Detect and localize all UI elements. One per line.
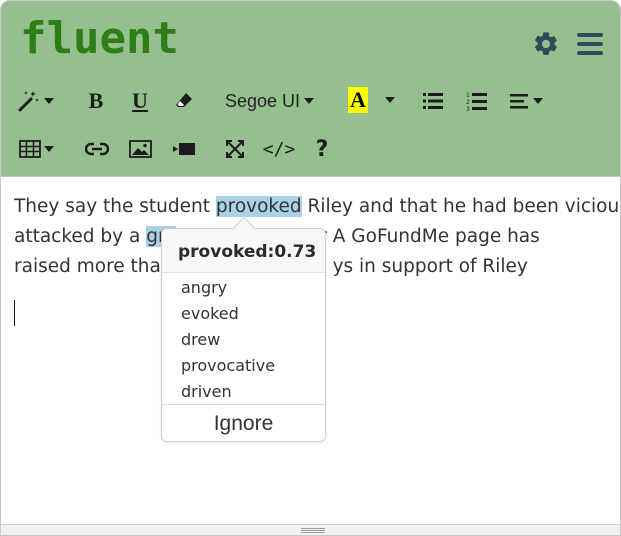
text-span: ys in support of Riley [332, 256, 528, 277]
align-left-icon [510, 94, 528, 109]
video-button[interactable] [173, 143, 195, 155]
text-span: Riley and that he had been viciously [301, 196, 621, 217]
text-span: attacked by a [14, 226, 147, 247]
underline-button[interactable]: U [130, 88, 150, 114]
resize-grip-icon[interactable] [301, 528, 325, 533]
header: fluent B U Segoe UI A 1 2 3 </> ? [1, 1, 620, 177]
fullscreen-button[interactable] [226, 140, 244, 158]
chevron-down-icon [533, 98, 543, 104]
chevron-down-icon [304, 98, 315, 104]
link-button[interactable] [85, 141, 109, 157]
ignore-button[interactable]: Ignore [162, 404, 325, 442]
font-family-value: Segoe UI [225, 90, 301, 111]
popup-heading: provoked:0.73 [162, 229, 325, 273]
svg-text:3: 3 [466, 106, 470, 111]
text-color-button[interactable]: A [348, 87, 368, 113]
suggestion-item[interactable]: angry [162, 275, 325, 301]
help-button[interactable]: ? [313, 137, 331, 162]
chevron-down-icon [385, 97, 395, 103]
text-cursor [14, 300, 15, 326]
align-dropdown[interactable] [510, 92, 543, 110]
gear-icon[interactable] [532, 30, 560, 58]
font-family-select[interactable]: Segoe UI [225, 89, 315, 113]
image-icon [129, 140, 152, 158]
table-icon [19, 140, 41, 158]
ordered-list-button[interactable]: 1 2 3 [466, 91, 487, 111]
suggestion-item[interactable]: provocative [162, 353, 325, 379]
text-color-dropdown[interactable] [384, 95, 396, 105]
suggestion-list: angry evoked drew provocative driven [162, 275, 325, 405]
unordered-list-button[interactable] [423, 92, 443, 110]
chevron-down-icon [44, 146, 54, 152]
eraser-icon [176, 93, 192, 107]
suggestion-item[interactable]: drew [162, 327, 325, 353]
highlighted-word[interactable]: provoked [215, 196, 302, 217]
numbered-list-icon: 1 2 3 [466, 92, 487, 111]
app-logo: fluent [20, 13, 179, 64]
text-line: They say the student provoked Riley and … [14, 192, 620, 222]
fullscreen-icon [226, 140, 244, 158]
suggestion-item[interactable]: driven [162, 379, 325, 405]
video-icon [173, 143, 195, 155]
hamburger-icon[interactable] [576, 32, 604, 56]
text-span: They say the student [14, 196, 216, 217]
image-button[interactable] [129, 140, 152, 158]
suggestion-item[interactable]: evoked [162, 301, 325, 327]
suggestion-popup: provoked:0.73 angry evoked drew provocat… [161, 216, 326, 442]
text-span: raised more than [14, 256, 173, 277]
table-dropdown[interactable] [19, 140, 54, 158]
svg-text:2: 2 [466, 99, 470, 106]
chevron-down-icon [44, 98, 54, 104]
resize-bar[interactable] [1, 524, 620, 535]
link-icon [85, 142, 109, 156]
bullet-list-icon [423, 93, 443, 109]
magic-wand-icon [18, 91, 39, 112]
svg-text:1: 1 [466, 92, 470, 99]
eraser-button[interactable] [175, 92, 193, 110]
editor-app: fluent B U Segoe UI A 1 2 3 </> ? They s… [0, 0, 621, 536]
magic-wand-dropdown[interactable] [17, 89, 54, 113]
code-view-button[interactable]: </> [263, 138, 296, 160]
bold-button[interactable]: B [86, 88, 106, 114]
